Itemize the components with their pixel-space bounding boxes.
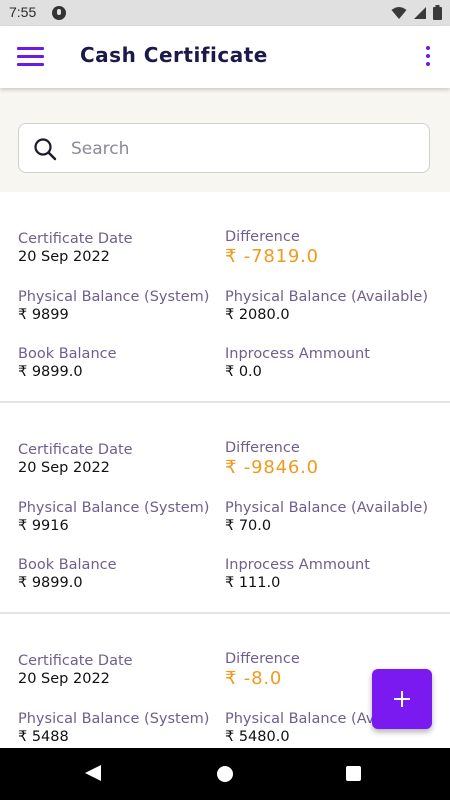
physical-balance-available-label: Physical Balance (Available) [225, 500, 428, 516]
physical-balance-system-field: Physical Balance (System) ₹ 5488 [18, 711, 209, 745]
status-time: 7:55 [9, 4, 37, 20]
book-balance-value: ₹ 9899.0 [18, 364, 83, 380]
recents-icon[interactable] [346, 766, 361, 781]
book-balance-field: Book Balance ₹ 9899.0 [18, 557, 117, 591]
search-area [0, 88, 450, 192]
search-input[interactable] [69, 134, 413, 164]
physical-balance-available-value: ₹ 70.0 [225, 518, 272, 534]
physical-balance-system-label: Physical Balance (System) [18, 500, 210, 516]
physical-balance-available-label: Physical Balance (Available) [225, 289, 428, 305]
difference-label: Difference [225, 229, 300, 245]
difference-field: Difference ₹ -9846.0 [225, 440, 319, 478]
wifi-icon [391, 6, 407, 19]
back-icon[interactable] [85, 765, 101, 781]
certificate-date-label: Certificate Date [18, 442, 133, 458]
certificate-date-label: Certificate Date [18, 231, 133, 247]
inprocess-amount-label: Inprocess Ammount [225, 557, 370, 573]
difference-value: ₹ -8.0 [225, 668, 283, 689]
status-bar: 7:55 [0, 0, 450, 26]
certificate-list: Certificate Date 20 Sep 2022 Difference … [0, 192, 450, 748]
inprocess-amount-field: Inprocess Ammount ₹ 111.0 [225, 557, 370, 591]
book-balance-label: Book Balance [18, 346, 117, 362]
home-icon[interactable] [217, 766, 233, 782]
certificate-card[interactable]: Certificate Date 20 Sep 2022 Difference … [0, 192, 450, 403]
certificate-date-field: Certificate Date 20 Sep 2022 [18, 653, 133, 687]
search-box[interactable] [18, 123, 430, 173]
certificate-date-field: Certificate Date 20 Sep 2022 [18, 442, 133, 476]
physical-balance-system-field: Physical Balance (System) ₹ 9899 [18, 289, 209, 323]
physical-balance-system-value: ₹ 9899 [18, 307, 69, 323]
physical-balance-system-value: ₹ 5488 [18, 729, 69, 745]
book-balance-field: Book Balance ₹ 9899.0 [18, 346, 117, 380]
book-balance-label: Book Balance [18, 557, 117, 573]
system-navigation-bar [0, 748, 450, 800]
search-icon [34, 138, 57, 161]
difference-label: Difference [225, 440, 300, 456]
certificate-date-label: Certificate Date [18, 653, 133, 669]
certificate-date-value: 20 Sep 2022 [18, 460, 110, 476]
difference-value: ₹ -7819.0 [225, 246, 319, 267]
physical-balance-system-field: Physical Balance (System) ₹ 9916 [18, 500, 209, 534]
difference-field: Difference ₹ -8.0 [225, 651, 300, 689]
signal-icon [414, 6, 426, 19]
battery-icon [433, 5, 442, 20]
physical-balance-system-value: ₹ 9916 [18, 518, 69, 534]
physical-balance-available-value: ₹ 5480.0 [225, 729, 290, 745]
physical-balance-available-value: ₹ 2080.0 [225, 307, 290, 323]
difference-field: Difference ₹ -7819.0 [225, 229, 319, 267]
inprocess-amount-value: ₹ 0.0 [225, 364, 262, 380]
hamburger-menu-icon[interactable] [17, 47, 44, 67]
certificate-card[interactable]: Certificate Date 20 Sep 2022 Difference … [0, 403, 450, 614]
physical-balance-available-field: Physical Balance (Available) ₹ 2080.0 [225, 289, 428, 323]
add-certificate-button[interactable] [372, 669, 432, 729]
notification-icon [52, 6, 66, 20]
certificate-date-value: 20 Sep 2022 [18, 671, 110, 687]
certificate-date-value: 20 Sep 2022 [18, 249, 110, 265]
inprocess-amount-value: ₹ 111.0 [225, 575, 281, 591]
inprocess-amount-label: Inprocess Ammount [225, 346, 370, 362]
more-vertical-icon[interactable] [422, 46, 434, 68]
book-balance-value: ₹ 9899.0 [18, 575, 83, 591]
certificate-date-field: Certificate Date 20 Sep 2022 [18, 231, 133, 265]
inprocess-amount-field: Inprocess Ammount ₹ 0.0 [225, 346, 370, 380]
difference-label: Difference [225, 651, 300, 667]
physical-balance-system-label: Physical Balance (System) [18, 289, 210, 305]
page-title: Cash Certificate [80, 43, 268, 67]
physical-balance-system-label: Physical Balance (System) [18, 711, 210, 727]
difference-value: ₹ -9846.0 [225, 457, 319, 478]
app-bar: Cash Certificate [0, 26, 450, 88]
physical-balance-available-field: Physical Balance (Available) ₹ 70.0 [225, 500, 428, 534]
status-icons [391, 5, 442, 20]
